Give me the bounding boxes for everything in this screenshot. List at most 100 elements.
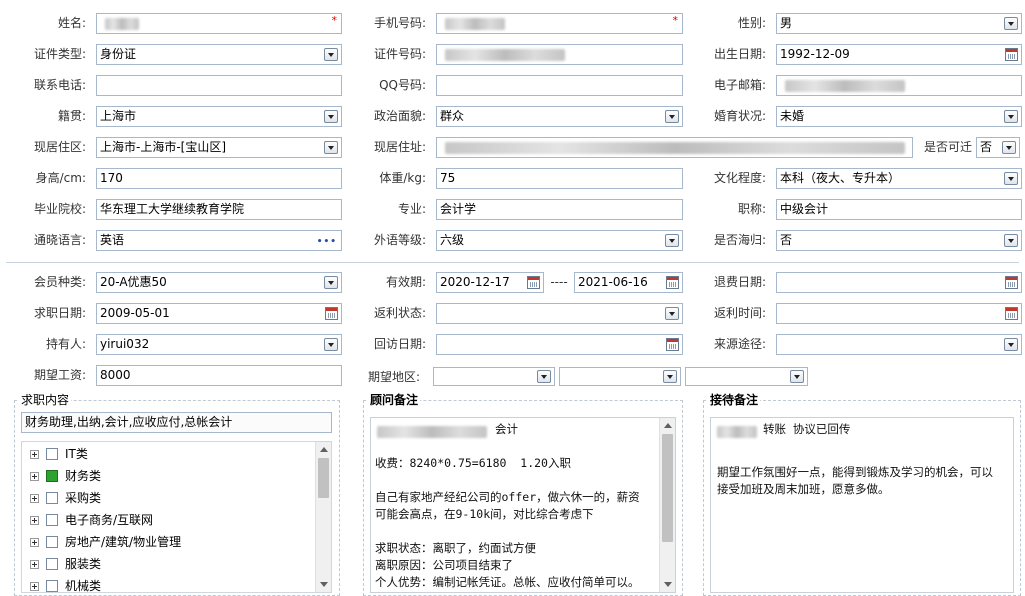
chevron-down-icon[interactable] xyxy=(537,370,551,383)
category-checkbox[interactable] xyxy=(46,580,58,592)
category-checkbox[interactable] xyxy=(46,492,58,504)
weight-field[interactable]: 75 xyxy=(436,168,683,189)
scroll-thumb[interactable] xyxy=(662,434,673,542)
job-summary-field[interactable]: 财务助理,出纳,会计,应收应付,总帐会计 xyxy=(21,412,332,433)
scroll-thumb[interactable] xyxy=(318,458,329,498)
calendar-icon[interactable] xyxy=(527,276,540,289)
jobdate-input[interactable]: 2009-05-01 xyxy=(96,303,342,324)
chevron-down-icon[interactable] xyxy=(1004,172,1018,185)
category-checkbox[interactable] xyxy=(46,470,58,482)
marital-select[interactable]: 未婚 xyxy=(776,106,1022,127)
reception-note-body: 期望工作氛围好一点，能得到锻炼及学习的机会，可以 接受加班及周末加班，愿意多做。 xyxy=(717,465,993,496)
region-select-1[interactable] xyxy=(433,367,555,386)
chevron-down-icon[interactable] xyxy=(324,48,338,61)
overseas-select[interactable]: 否 xyxy=(776,230,1022,251)
more-icon[interactable]: ••• xyxy=(317,238,337,247)
chevron-down-icon[interactable] xyxy=(790,370,804,383)
expand-icon[interactable] xyxy=(30,450,39,459)
expand-icon[interactable] xyxy=(30,538,39,547)
category-checkbox[interactable] xyxy=(46,448,58,460)
holder-select[interactable]: yirui032 xyxy=(96,334,342,355)
scroll-down-icon[interactable] xyxy=(664,582,672,587)
chevron-down-icon[interactable] xyxy=(1004,234,1018,247)
chevron-down-icon[interactable] xyxy=(324,141,338,154)
native-select[interactable]: 上海市 xyxy=(96,106,342,127)
scroll-up-icon[interactable] xyxy=(320,447,328,452)
chevron-down-icon[interactable] xyxy=(324,338,338,351)
expand-icon[interactable] xyxy=(30,494,39,503)
expand-icon[interactable] xyxy=(30,472,39,481)
reception-notes-textarea[interactable]: 转账 协议已回传 期望工作氛围好一点，能得到锻炼及学习的机会，可以 接受加班及周… xyxy=(710,417,1014,593)
region-select-3[interactable] xyxy=(685,367,808,386)
calendar-icon[interactable] xyxy=(666,276,679,289)
calendar-icon[interactable] xyxy=(1005,48,1018,61)
salary-field[interactable]: 8000 xyxy=(96,365,342,386)
category-checkbox[interactable] xyxy=(46,514,58,526)
redacted-text xyxy=(377,426,487,438)
tree-scrollbar[interactable] xyxy=(315,442,331,592)
chevron-down-icon[interactable] xyxy=(1004,110,1018,123)
refund-date-input[interactable] xyxy=(776,272,1022,293)
address-label: 现居住址: xyxy=(373,140,426,154)
relocate-label: 是否可迁 xyxy=(923,140,972,154)
member-select[interactable]: 20-A优惠50 xyxy=(96,272,342,293)
region-select-2[interactable] xyxy=(559,367,681,386)
category-checkbox[interactable] xyxy=(46,536,58,548)
title-field[interactable]: 中级会计 xyxy=(776,199,1022,220)
lang-label: 通晓语言: xyxy=(33,233,86,247)
level-select[interactable]: 六级 xyxy=(436,230,683,251)
chevron-down-icon[interactable] xyxy=(663,370,677,383)
calendar-icon[interactable] xyxy=(1005,307,1018,320)
phone-field[interactable] xyxy=(436,13,683,34)
calendar-icon[interactable] xyxy=(666,338,679,351)
valid-to-input[interactable]: 2021-06-16 xyxy=(574,272,683,293)
scroll-down-icon[interactable] xyxy=(320,582,328,587)
scroll-up-icon[interactable] xyxy=(664,423,672,428)
email-field[interactable] xyxy=(776,75,1022,96)
gender-select[interactable]: 男 xyxy=(776,13,1022,34)
redacted-text xyxy=(105,18,139,30)
expand-icon[interactable] xyxy=(30,516,39,525)
section-divider xyxy=(6,262,1019,263)
visit-date-input[interactable] xyxy=(436,334,683,355)
rebatetime-input[interactable] xyxy=(776,303,1022,324)
advisor-scrollbar[interactable] xyxy=(659,418,675,592)
lang-field[interactable]: 英语 ••• xyxy=(96,230,342,251)
idno-field[interactable] xyxy=(436,44,683,65)
height-field[interactable]: 170 xyxy=(96,168,342,189)
major-field[interactable]: 会计学 xyxy=(436,199,683,220)
chevron-down-icon[interactable] xyxy=(665,110,679,123)
chevron-down-icon[interactable] xyxy=(324,276,338,289)
chevron-down-icon[interactable] xyxy=(665,234,679,247)
birth-label: 出生日期: xyxy=(713,47,766,61)
edu-select[interactable]: 本科（夜大、专升本） xyxy=(776,168,1022,189)
qq-field[interactable] xyxy=(436,75,683,96)
calendar-icon[interactable] xyxy=(1005,276,1018,289)
expand-icon[interactable] xyxy=(30,582,39,591)
address-field[interactable] xyxy=(436,137,913,158)
overseas-label: 是否海归: xyxy=(713,233,766,247)
school-field[interactable]: 华东理工大学继续教育学院 xyxy=(96,199,342,220)
marital-label: 婚育状况: xyxy=(713,109,766,123)
category-checkbox[interactable] xyxy=(46,558,58,570)
chevron-down-icon[interactable] xyxy=(665,307,679,320)
name-field[interactable] xyxy=(96,13,342,34)
calendar-icon[interactable] xyxy=(325,307,338,320)
relocate-select[interactable]: 否 xyxy=(976,137,1020,158)
birth-date-input[interactable]: 1992-12-09 xyxy=(776,44,1022,65)
idtype-select[interactable]: 身份证 xyxy=(96,44,342,65)
chevron-down-icon[interactable] xyxy=(1002,141,1016,154)
chevron-down-icon[interactable] xyxy=(1004,338,1018,351)
chevron-down-icon[interactable] xyxy=(324,110,338,123)
source-select[interactable] xyxy=(776,334,1022,355)
tree-item-label: IT类 xyxy=(65,447,88,461)
expand-icon[interactable] xyxy=(30,560,39,569)
advisor-notes-textarea[interactable]: 会计 收费：8240*0.75=6180 1.20入职 自己有家地产经纪公司的o… xyxy=(370,417,676,593)
rebate-select[interactable] xyxy=(436,303,683,324)
area-select[interactable]: 上海市-上海市-[宝山区] xyxy=(96,137,342,158)
valid-from-input[interactable]: 2020-12-17 xyxy=(436,272,544,293)
reception-note-line1: 转账 协议已回传 xyxy=(763,422,851,436)
chevron-down-icon[interactable] xyxy=(1004,17,1018,30)
tel-field[interactable] xyxy=(96,75,342,96)
political-select[interactable]: 群众 xyxy=(436,106,683,127)
